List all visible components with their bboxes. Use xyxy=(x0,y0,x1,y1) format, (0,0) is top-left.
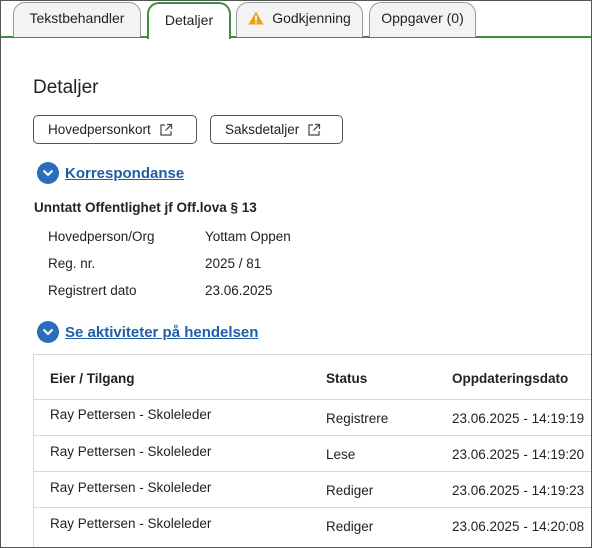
tab-bar: Tekstbehandler Detaljer Godkjenning Oppg… xyxy=(1,1,591,39)
tab-label: Tekstbehandler xyxy=(29,10,125,26)
field-value-registered-date: 23.06.2025 xyxy=(205,283,273,298)
tab-label: Detaljer xyxy=(164,11,214,28)
row-divider xyxy=(34,435,591,436)
row-divider xyxy=(34,471,591,472)
chevron-down-icon xyxy=(37,321,59,343)
cell-status: Lese xyxy=(326,447,356,462)
tab-tekstbehandler[interactable]: Tekstbehandler xyxy=(13,2,141,37)
column-header-owner: Eier / Tilgang xyxy=(50,371,135,386)
field-value-main-person: Yottam Oppen xyxy=(205,229,291,244)
page-title: Detaljer xyxy=(33,77,99,98)
cell-owner: Ray Pettersen - Skoleleder xyxy=(50,407,212,422)
button-label: Hovedpersonkort xyxy=(48,122,151,137)
cell-date: 23.06.2025 - 14:19:20 xyxy=(452,447,585,462)
column-header-status: Status xyxy=(326,371,368,386)
cell-owner: Ray Pettersen - Skoleleder xyxy=(50,516,212,531)
external-link-icon xyxy=(160,123,172,136)
cell-date: 23.06.2025 - 14:19:23 xyxy=(452,483,585,498)
cell-owner: Ray Pettersen - Skoleleder xyxy=(50,444,212,459)
correspondence-toggle[interactable]: Korrespondanse xyxy=(37,162,184,184)
correspondence-link[interactable]: Korrespondanse xyxy=(65,165,184,182)
button-label: Saksdetaljer xyxy=(225,122,300,137)
activities-toggle[interactable]: Se aktiviteter på hendelsen xyxy=(37,321,258,343)
field-label-reg-no: Reg. nr. xyxy=(48,256,96,271)
activities-table: Eier / Tilgang Status Oppdateringsdato R… xyxy=(33,354,591,547)
tab-oppgaver[interactable]: Oppgaver (0) xyxy=(369,2,476,37)
app-window: Tekstbehandler Detaljer Godkjenning Oppg… xyxy=(0,0,592,548)
cell-date: 23.06.2025 - 14:20:08 xyxy=(452,519,585,534)
field-label-registered-date: Registrert dato xyxy=(48,283,137,298)
cell-date: 23.06.2025 - 14:19:19 xyxy=(452,411,585,426)
tab-detaljer[interactable]: Detaljer xyxy=(147,2,231,39)
cell-status: Rediger xyxy=(326,519,374,534)
confidentiality-note: Unntatt Offentlighet jf Off.lova § 13 xyxy=(34,200,257,215)
row-divider xyxy=(34,507,591,508)
activities-link[interactable]: Se aktiviteter på hendelsen xyxy=(65,324,258,341)
cell-status: Rediger xyxy=(326,483,374,498)
tab-godkjenning[interactable]: Godkjenning xyxy=(236,2,363,37)
warning-icon xyxy=(248,11,264,25)
cell-owner: Ray Pettersen - Skoleleder xyxy=(50,480,212,495)
row-divider xyxy=(34,399,591,400)
tab-label: Godkjenning xyxy=(272,10,351,26)
cell-status: Registrere xyxy=(326,411,389,426)
field-value-reg-no: 2025 / 81 xyxy=(205,256,262,271)
column-header-updated: Oppdateringsdato xyxy=(452,371,569,386)
main-person-card-button[interactable]: Hovedpersonkort xyxy=(33,115,197,144)
chevron-down-icon xyxy=(37,162,59,184)
field-label-main-person: Hovedperson/Org xyxy=(48,229,155,244)
case-details-button[interactable]: Saksdetaljer xyxy=(210,115,343,144)
external-link-icon xyxy=(308,123,321,136)
tab-label: Oppgaver (0) xyxy=(381,10,464,26)
